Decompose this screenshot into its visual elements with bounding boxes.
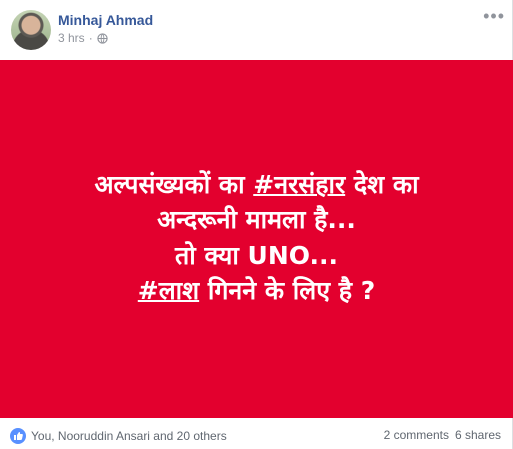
like-icon [10,428,26,444]
post-time[interactable]: 3 hrs [58,31,85,45]
banner-line-4-end: गिनने के लिए है ? [199,276,376,305]
hashtag-link[interactable]: #लाश [138,276,199,305]
post-meta: 3 hrs · [58,31,108,45]
post-footer: You, Nooruddin Ansari and 20 others 2 co… [0,418,513,449]
shares-count[interactable]: 6 shares [455,428,501,442]
post-banner: अल्पसंख्यकों का #नरसंहार देश का अन्दरूनी… [0,60,513,418]
hashtag-link[interactable]: #नरसंहार [253,170,345,199]
post-card: Minhaj Ahmad 3 hrs · ••• अल्पसंख्यकों का… [0,0,513,449]
banner-line-1: अल्पसंख्यकों का #नरसंहार देश का [0,169,513,201]
comments-count[interactable]: 2 comments [384,428,449,442]
post-header: Minhaj Ahmad 3 hrs · ••• [0,0,513,60]
reactions-summary[interactable]: You, Nooruddin Ansari and 20 others [10,428,227,444]
author-name[interactable]: Minhaj Ahmad [58,12,153,28]
post-stats: 2 comments 6 shares [384,428,501,442]
banner-line-1-start: अल्पसंख्यकों का [94,170,254,199]
banner-line-4: #लाश गिनने के लिए है ? [0,275,513,307]
banner-line-2: अन्दरूनी मामला है... [157,205,356,234]
globe-icon[interactable] [97,32,108,44]
banner-line-1-end: देश का [345,170,419,199]
reactions-text: You, Nooruddin Ansari and 20 others [31,429,227,443]
author-avatar[interactable] [11,10,51,50]
meta-separator: · [88,31,93,45]
more-options-icon[interactable]: ••• [483,6,505,27]
banner-line-3: तो क्या UNO... [175,241,338,270]
